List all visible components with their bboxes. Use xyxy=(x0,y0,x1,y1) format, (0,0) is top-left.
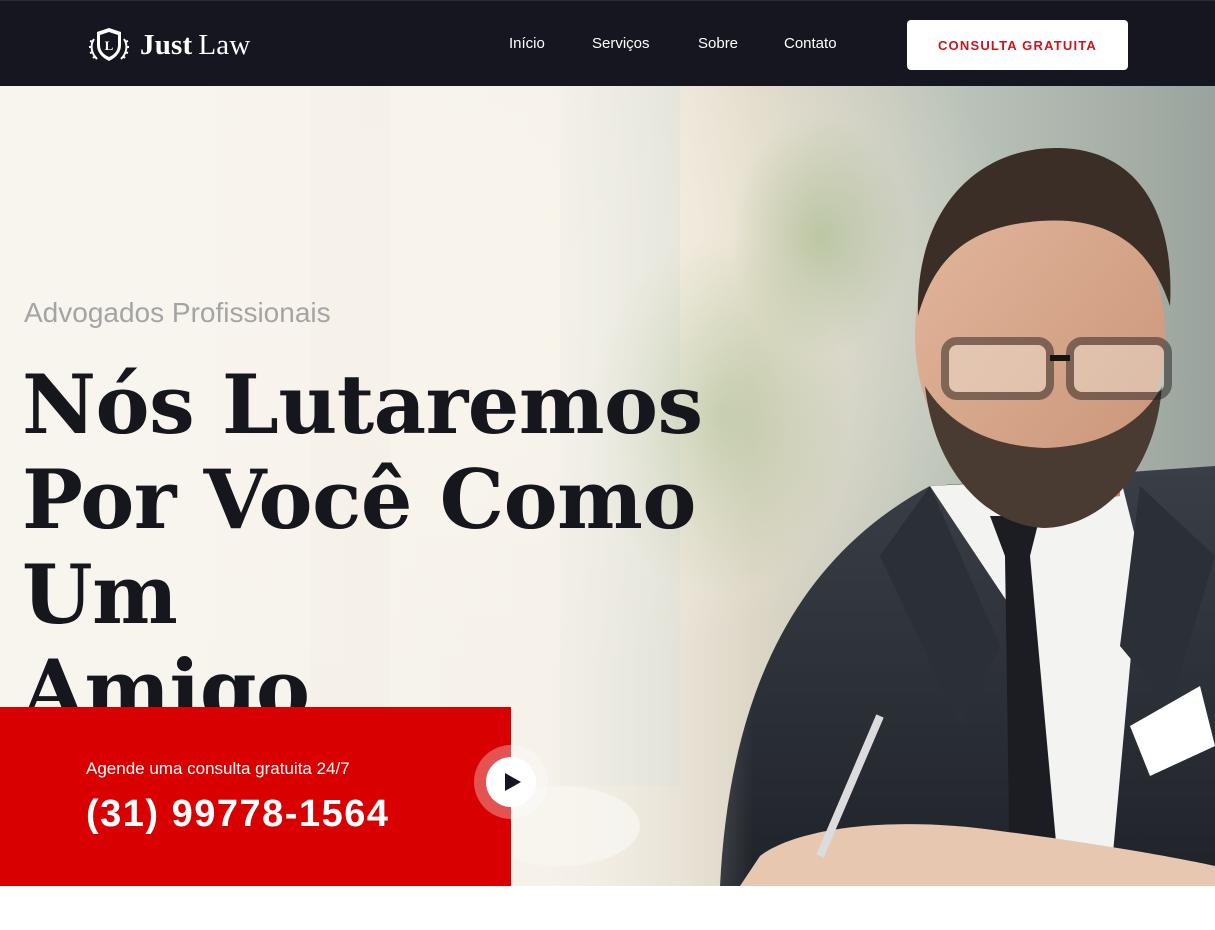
logo-word-law: Law xyxy=(198,28,251,61)
play-icon xyxy=(505,773,521,791)
contact-phone[interactable]: (31) 99778-1564 xyxy=(86,793,390,836)
hero-eyebrow: Advogados Profissionais xyxy=(24,297,331,328)
contact-subtitle: Agende uma consulta gratuita 24/7 xyxy=(86,759,350,778)
shield-laurel-icon: L xyxy=(89,28,129,61)
hero-headline: Nós Lutaremos Por Você Como Um Amigo xyxy=(22,358,802,738)
site-header: L Just Law Início Serviços Sobre Contato … xyxy=(0,0,1215,86)
free-consultation-button[interactable]: CONSULTA GRATUITA xyxy=(907,20,1128,70)
nav-item-servicos[interactable]: Serviços xyxy=(592,35,650,52)
headline-line-2: Por Você Como Um xyxy=(22,453,696,643)
svg-text:L: L xyxy=(105,38,114,53)
nav-item-inicio[interactable]: Início xyxy=(509,35,545,52)
logo-word-just: Just xyxy=(140,28,193,61)
logo-wordmark: Just Law xyxy=(140,29,251,62)
hero-section: Advogados Profissionais Nós Lutaremos Po… xyxy=(0,86,1215,886)
nav-item-sobre[interactable]: Sobre xyxy=(698,35,738,52)
contact-box: Agende uma consulta gratuita 24/7 (31) 9… xyxy=(0,707,511,886)
site-logo[interactable]: L Just Law xyxy=(88,25,251,65)
nav-item-contato[interactable]: Contato xyxy=(784,35,837,52)
headline-line-1: Nós Lutaremos xyxy=(22,358,703,453)
play-button-circle[interactable] xyxy=(486,757,536,807)
video-play-button[interactable] xyxy=(474,745,548,819)
